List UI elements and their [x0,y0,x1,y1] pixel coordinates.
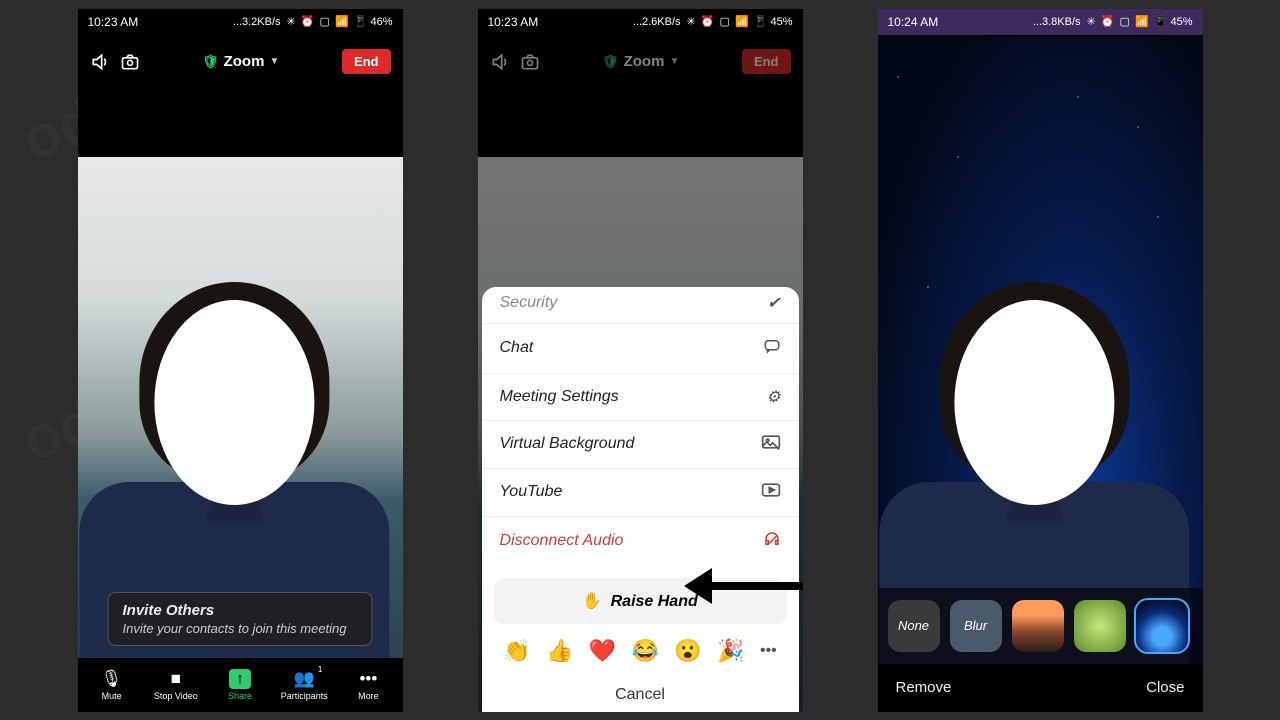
vb-remove-button[interactable]: Remove [896,679,952,696]
status-time: 10:24 AM [888,15,939,29]
invite-tooltip[interactable]: Invite Others Invite your contacts to jo… [108,592,373,646]
status-right: ...2.6KB/s ✳ ⏰ ▢ 📶 📱 45% [633,15,793,28]
react-laugh[interactable]: 😂 [632,638,659,664]
net-speed: ...3.2KB/s [233,16,281,28]
screenshot-2: 10:23 AM ...2.6KB/s ✳ ⏰ ▢ 📶 📱 45% 🛡 Zoom… [478,9,803,712]
menu-item-youtube[interactable]: YouTube [482,469,799,517]
cancel-button[interactable]: Cancel [482,672,799,712]
menu-item-meeting-settings[interactable]: Meeting Settings ⚙ [482,374,799,421]
vb-option-bridge[interactable] [1012,600,1064,652]
hand-icon: ✋ [582,593,602,610]
status-bar: 10:24 AM ...3.8KB/s ✳ ⏰ ▢ 📶 📱 45% [878,9,1203,35]
menu-item-chat[interactable]: Chat [482,324,799,374]
app-title: Zoom [224,53,265,70]
face-mask-icon [954,300,1114,505]
meeting-toolbar: 🛡 Zoom ▼ End [78,35,403,89]
battery-pct: 45% [1170,16,1192,28]
video-icon: ■ [171,669,181,689]
react-clap[interactable]: 👏 [503,638,530,664]
status-icons-group: ✳ ⏰ ▢ 📶 📱 [287,15,369,28]
vb-option-earth[interactable] [1136,600,1188,652]
react-more-icon[interactable]: ••• [760,642,777,660]
more-icon: ••• [359,669,377,689]
menu-item-disconnect-audio[interactable]: Disconnect Audio [482,517,799,566]
mute-button[interactable]: 🎙 Mute [80,669,144,701]
end-button[interactable]: End [742,49,791,74]
screenshot-3: 10:24 AM ...3.8KB/s ✳ ⏰ ▢ 📶 📱 45% None B… [878,9,1203,712]
status-right: ...3.8KB/s ✳ ⏰ ▢ 📶 📱 45% [1033,15,1193,28]
image-icon [761,434,781,455]
status-icons-group: ✳ ⏰ ▢ 📶 📱 [1087,15,1169,28]
raise-hand-button[interactable]: ✋ Raise Hand [494,578,787,624]
chevron-down-icon: ▼ [269,56,279,67]
gear-icon: ⚙ [766,387,780,407]
status-bar: 10:23 AM ...2.6KB/s ✳ ⏰ ▢ 📶 📱 45% [478,9,803,35]
headphone-off-icon [763,530,781,553]
net-speed: ...2.6KB/s [633,16,681,28]
net-speed: ...3.8KB/s [1033,16,1081,28]
participants-icon: 👥 [294,669,315,689]
vb-option-grass[interactable] [1074,600,1126,652]
vb-actions-bar: Remove Close [878,664,1203,712]
app-title-dropdown[interactable]: 🛡 Zoom ▼ [602,53,679,70]
youtube-icon [761,482,781,503]
stop-video-button[interactable]: ■ Stop Video [144,669,208,701]
virtual-background-chooser: None Blur [878,588,1203,664]
menu-item-virtual-background[interactable]: Virtual Background [482,421,799,469]
meeting-bottom-toolbar: 🎙 Mute ■ Stop Video ↑ Share 👥 1 Particip… [78,658,403,712]
more-button[interactable]: ••• More [336,669,400,701]
invite-subtitle: Invite your contacts to join this meetin… [123,621,358,636]
share-button[interactable]: ↑ Share [208,669,272,701]
speaker-icon[interactable] [490,52,510,72]
participants-count: 1 [318,665,322,674]
react-wow[interactable]: 😮 [674,638,701,664]
shield-icon: 🛡 [602,54,619,70]
status-time: 10:23 AM [88,15,139,29]
shield-icon: 🛡 [202,54,219,70]
face-mask-icon [154,300,314,505]
screenshot-1: 10:23 AM ...3.2KB/s ✳ ⏰ ▢ 📶 📱 46% 🛡 Zoom… [78,9,403,712]
meeting-toolbar: 🛡 Zoom ▼ End [478,35,803,89]
menu-item-security[interactable]: Security ✔ [482,287,799,324]
react-thumbs-up[interactable]: 👍 [546,638,573,664]
participant-silhouette [94,272,374,712]
participants-button[interactable]: 👥 1 Participants [272,669,336,701]
app-title-dropdown[interactable]: 🛡 Zoom ▼ [202,53,279,70]
share-icon: ↑ [229,669,251,689]
status-icons-group: ✳ ⏰ ▢ 📶 📱 [687,15,769,28]
end-button[interactable]: End [342,49,391,74]
status-time: 10:23 AM [488,15,539,29]
camera-flip-icon[interactable] [120,52,140,72]
status-bar: 10:23 AM ...3.2KB/s ✳ ⏰ ▢ 📶 📱 46% [78,9,403,35]
react-heart[interactable]: ❤️ [589,638,616,664]
reactions-row: 👏 👍 ❤️ 😂 😮 🎉 ••• [482,630,799,672]
invite-title: Invite Others [123,602,358,619]
chevron-down-icon: ▼ [669,56,679,67]
status-right: ...3.2KB/s ✳ ⏰ ▢ 📶 📱 46% [233,15,393,28]
speaker-icon[interactable] [90,52,110,72]
chat-icon [763,337,781,360]
battery-pct: 46% [370,16,392,28]
mic-icon: 🎙 [101,669,123,689]
battery-pct: 45% [770,16,792,28]
app-title: Zoom [624,53,665,70]
vb-option-none[interactable]: None [888,600,940,652]
shield-check-icon: ✔ [767,293,780,313]
vb-option-blur[interactable]: Blur [950,600,1002,652]
react-party[interactable]: 🎉 [717,638,744,664]
vb-close-button[interactable]: Close [1146,679,1184,696]
camera-flip-icon[interactable] [520,52,540,72]
more-menu-sheet: Security ✔ Chat Meeting Settings ⚙ Virtu… [482,287,799,712]
